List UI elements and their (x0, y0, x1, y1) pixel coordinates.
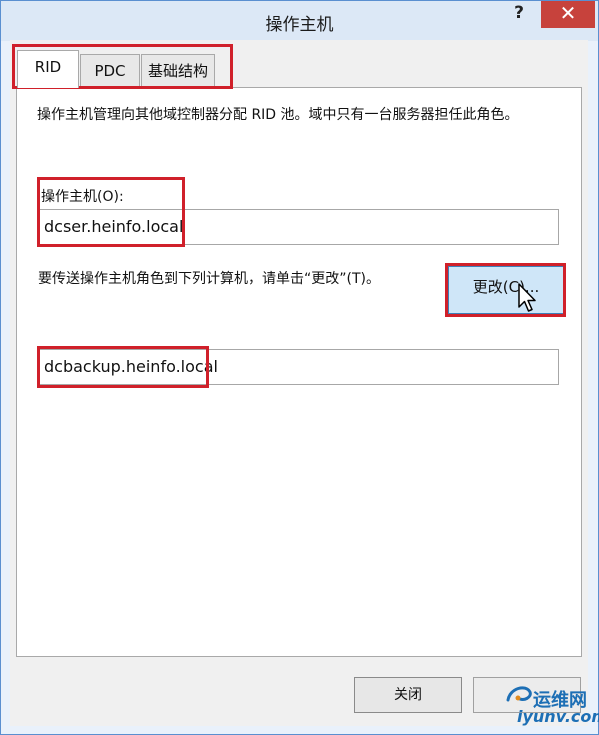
highlight-target-computer (37, 346, 209, 388)
highlight-change-button (445, 263, 566, 317)
watermark-url: iyunv.com (517, 707, 599, 726)
highlight-operations-master (37, 177, 185, 247)
role-description: 操作主机管理向其他域控制器分配 RID 池。域中只有一台服务器担任此角色。 (37, 107, 519, 123)
tab-rid[interactable]: RID (17, 50, 79, 88)
close-button[interactable]: 关闭 (354, 677, 462, 713)
help-button[interactable]: ? (499, 1, 539, 28)
transfer-instruction: 要传送操作主机角色到下列计算机，请单击“更改”(T)。 (38, 271, 380, 287)
title-bar[interactable]: 操作主机 ? ✕ (1, 1, 598, 41)
close-window-button[interactable]: ✕ (541, 1, 595, 28)
swirl-logo-icon (506, 686, 532, 702)
